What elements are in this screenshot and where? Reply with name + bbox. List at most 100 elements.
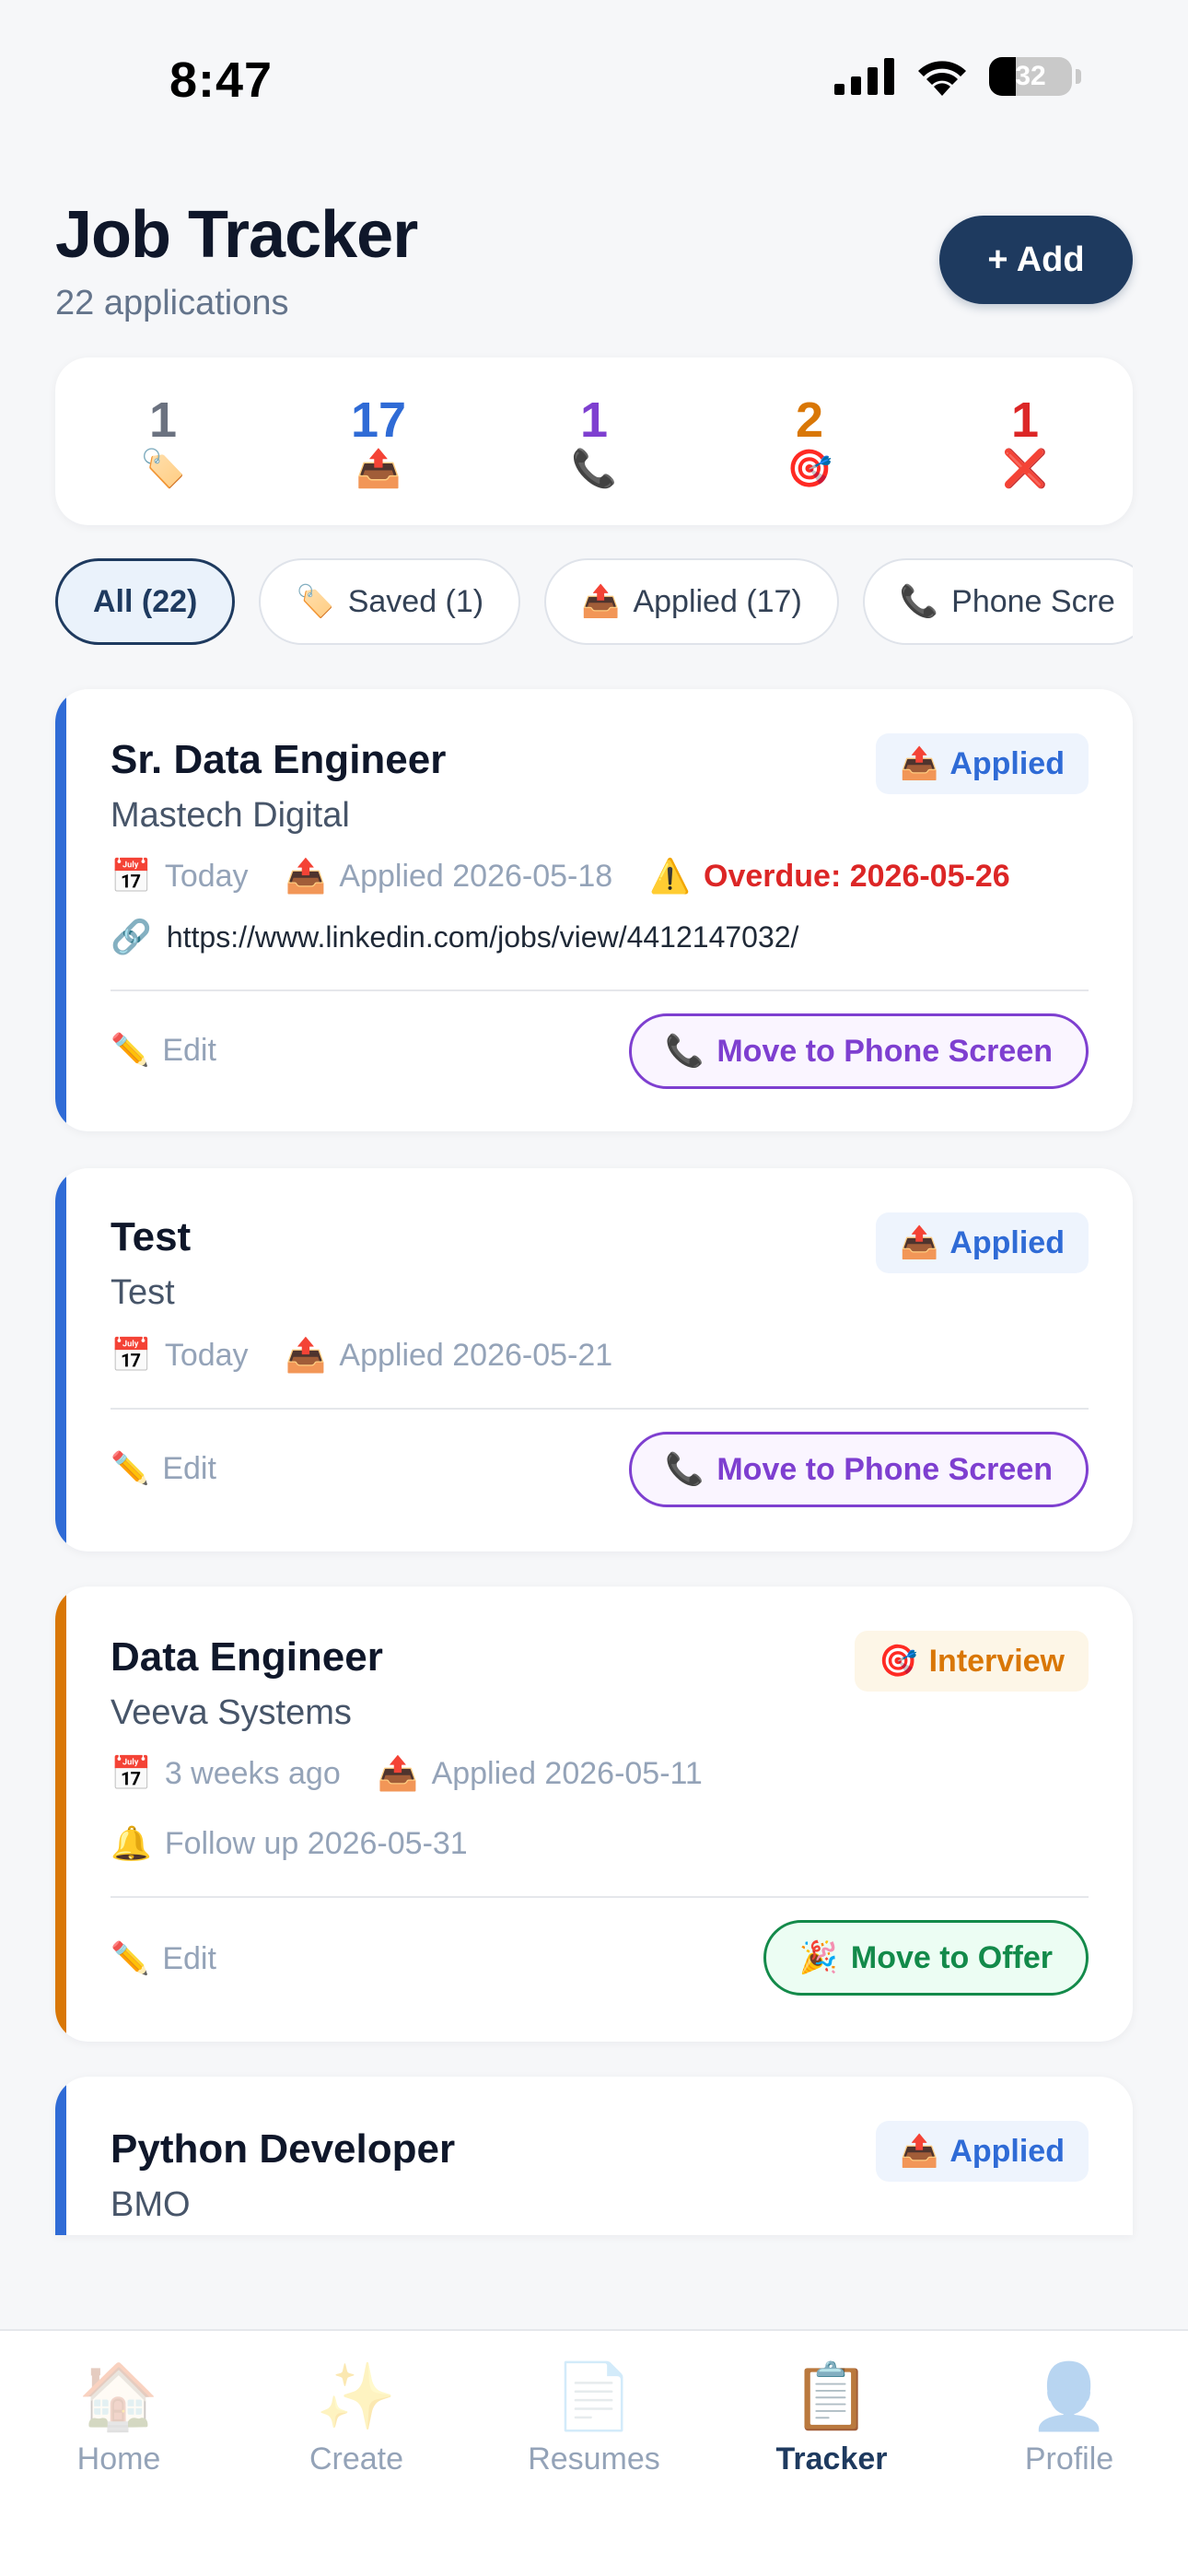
- overdue-date: ⚠️ Overdue: 2026-05-26: [649, 857, 1009, 896]
- date-added: 📅 Today: [111, 857, 249, 896]
- tab-label: Create: [309, 2441, 404, 2476]
- status-label: Applied: [949, 1224, 1065, 1260]
- action-label: Move to Phone Screen: [716, 1451, 1053, 1487]
- applied-date: 📤 Applied 2026-05-18: [285, 857, 613, 896]
- action-label: Move to Offer: [850, 1939, 1053, 1975]
- tab-label: Tracker: [775, 2441, 888, 2476]
- battery-icon: 32: [989, 57, 1072, 96]
- outbox-icon: 📤: [899, 746, 939, 781]
- outbox-icon: 📤: [899, 2134, 939, 2169]
- wifi-icon: [918, 61, 966, 96]
- status-label: Interview: [928, 1643, 1065, 1679]
- status-badge: 🎯 Interview: [855, 1631, 1089, 1692]
- filter-chip-saved[interactable]: 🏷️ Saved (1): [259, 558, 521, 645]
- followup-date: 🔔 Follow up 2026-05-31: [111, 1824, 468, 1863]
- status-stripe: [55, 2077, 66, 2235]
- tab-label: Profile: [1024, 2441, 1114, 2476]
- phone-icon: 📞: [899, 584, 939, 619]
- company-name: Test: [111, 1273, 175, 1312]
- page-title: Job Tracker: [55, 198, 418, 272]
- filter-chip-applied[interactable]: 📤 Applied (17): [544, 558, 839, 645]
- job-title: Sr. Data Engineer: [111, 737, 447, 782]
- job-link[interactable]: 🔗 https://www.linkedin.com/jobs/view/441…: [111, 918, 798, 956]
- status-stripe: [55, 1587, 66, 2042]
- battery-tip: [1076, 69, 1081, 84]
- stat-saved[interactable]: 1 🏷️: [55, 395, 271, 487]
- filter-chip-all[interactable]: All (22): [55, 558, 236, 645]
- home-icon: 🏠: [78, 2360, 159, 2432]
- bottom-tab-bar: 🏠 Home ✨ Create 📄 Resumes 📋 Tracker 👤 Pr…: [0, 2329, 1188, 2576]
- warning-icon: ⚠️: [649, 857, 692, 895]
- stat-count: 2: [795, 392, 824, 448]
- stat-rejected[interactable]: 1 ❌: [917, 395, 1133, 487]
- battery-percent: 32: [1015, 61, 1046, 91]
- move-to-phone-screen-button[interactable]: 📞 Move to Phone Screen: [629, 1432, 1089, 1507]
- company-name: BMO: [111, 2185, 191, 2224]
- company-name: Mastech Digital: [111, 796, 350, 835]
- date-added-text: 3 weeks ago: [164, 1755, 341, 1791]
- applied-date-text: Applied 2026-05-18: [339, 858, 613, 894]
- followup-row: 🔔 Follow up 2026-05-31: [111, 1824, 468, 1863]
- job-card[interactable]: Python Developer BMO 📤 Applied: [55, 2077, 1133, 2235]
- status-label: Applied: [949, 745, 1065, 781]
- outbox-icon: 📤: [285, 857, 327, 895]
- outbox-icon: 📤: [581, 584, 621, 619]
- stat-count: 1: [1010, 392, 1040, 448]
- status-stripe: [55, 1168, 66, 1551]
- status-filter-chips: All (22) 🏷️ Saved (1) 📤 Applied (17) 📞 P…: [55, 558, 1133, 647]
- move-to-offer-button[interactable]: 🎉 Move to Offer: [763, 1920, 1089, 1996]
- edit-button[interactable]: ✏️ Edit: [111, 1450, 216, 1487]
- phone-icon: 📞: [571, 449, 617, 489]
- tab-label: Home: [76, 2441, 161, 2476]
- outbox-icon: 📤: [355, 449, 402, 489]
- applications-count: 22 applications: [55, 284, 289, 322]
- cross-icon: ❌: [1002, 449, 1048, 489]
- meta-row: 📅 3 weeks ago 📤 Applied 2026-05-11: [111, 1754, 703, 1793]
- card-divider: [111, 989, 1089, 991]
- job-title: Test: [111, 1214, 192, 1259]
- applied-date-text: Applied 2026-05-21: [339, 1337, 613, 1373]
- move-to-phone-screen-button[interactable]: 📞 Move to Phone Screen: [629, 1013, 1089, 1089]
- stat-interview[interactable]: 2 🎯: [702, 395, 917, 487]
- job-card[interactable]: Data Engineer Veeva Systems 🎯 Interview …: [55, 1587, 1133, 2042]
- action-label: Move to Phone Screen: [716, 1033, 1053, 1069]
- clipboard-icon: 📋: [791, 2360, 872, 2432]
- outbox-icon: 📤: [377, 1754, 419, 1792]
- cellular-signal-icon: [834, 58, 894, 95]
- job-link-url: https://www.linkedin.com/jobs/view/44121…: [166, 919, 799, 954]
- stat-applied[interactable]: 17 📤: [271, 395, 486, 487]
- tab-create[interactable]: ✨ Create: [238, 2331, 475, 2576]
- tab-home[interactable]: 🏠 Home: [0, 2331, 238, 2576]
- status-bar: 8:47 32: [0, 0, 1188, 157]
- target-icon: 🎯: [879, 1644, 918, 1679]
- add-application-button[interactable]: + Add: [939, 216, 1133, 304]
- phone-icon: 📞: [665, 1034, 705, 1069]
- tab-profile[interactable]: 👤 Profile: [950, 2331, 1188, 2576]
- calendar-icon: 📅: [111, 1336, 152, 1374]
- status-label: Applied: [949, 2133, 1065, 2169]
- status-time: 8:47: [169, 53, 274, 108]
- filter-chip-phone-screen[interactable]: 📞 Phone Scre: [862, 558, 1133, 645]
- overdue-date-text: Overdue: 2026-05-26: [704, 858, 1010, 894]
- bell-icon: 🔔: [111, 1824, 152, 1862]
- edit-label: Edit: [162, 1450, 216, 1486]
- chip-label: Saved (1): [347, 583, 484, 619]
- followup-date-text: Follow up 2026-05-31: [164, 1825, 468, 1861]
- date-added: 📅 3 weeks ago: [111, 1754, 341, 1793]
- date-added-text: Today: [164, 1337, 249, 1373]
- applied-date: 📤 Applied 2026-05-21: [285, 1336, 613, 1375]
- document-icon: 📄: [553, 2360, 635, 2432]
- tab-resumes[interactable]: 📄 Resumes: [475, 2331, 713, 2576]
- job-title: Data Engineer: [111, 1634, 383, 1680]
- job-card[interactable]: Test Test 📤 Applied 📅 Today 📤 Applied 20…: [55, 1168, 1133, 1551]
- status-badge: 📤 Applied: [875, 2121, 1089, 2182]
- tab-tracker[interactable]: 📋 Tracker: [713, 2331, 950, 2576]
- edit-button[interactable]: ✏️ Edit: [111, 1940, 216, 1977]
- tab-label: Resumes: [528, 2441, 660, 2476]
- company-name: Veeva Systems: [111, 1693, 352, 1732]
- job-card[interactable]: Sr. Data Engineer Mastech Digital 📤 Appl…: [55, 689, 1133, 1131]
- chip-label: Phone Scre: [951, 583, 1115, 619]
- stat-phone-screen[interactable]: 1 📞: [486, 395, 702, 487]
- edit-button[interactable]: ✏️ Edit: [111, 1032, 216, 1069]
- outbox-icon: 📤: [899, 1225, 939, 1260]
